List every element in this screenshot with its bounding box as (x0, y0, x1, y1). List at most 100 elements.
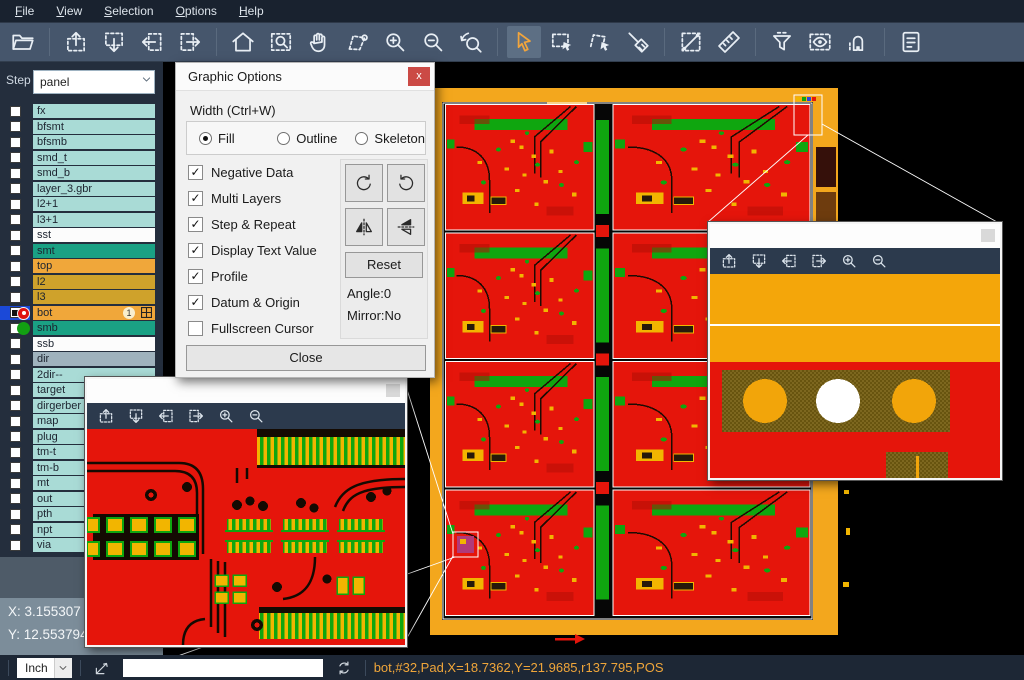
layer-visibility-checkbox[interactable] (0, 352, 30, 367)
combo-arrow[interactable] (54, 658, 72, 678)
zoom-window-viewport[interactable] (710, 274, 1000, 478)
layer-name[interactable]: l2 (33, 275, 155, 289)
layer-name[interactable]: layer_3.gbr (33, 182, 155, 196)
measure-line-button[interactable] (674, 26, 708, 58)
layer-name[interactable]: l2+1 (33, 197, 155, 211)
close-icon[interactable]: x (408, 67, 430, 86)
checkbox-negative-data[interactable]: ✓Negative Data (188, 159, 338, 185)
pan-down-button[interactable] (127, 407, 145, 425)
zoom-out-button[interactable] (416, 26, 450, 58)
flip-vertical-button[interactable] (387, 208, 425, 246)
filter-button[interactable] (765, 26, 799, 58)
layer-visibility-checkbox[interactable] (0, 244, 30, 259)
open-folder-button[interactable] (6, 26, 40, 58)
zoom-window-titlebar[interactable] (87, 379, 405, 403)
layer-visibility-checkbox[interactable] (0, 213, 30, 228)
radio-fill[interactable]: Fill (199, 131, 265, 146)
flip-horizontal-button[interactable] (345, 208, 383, 246)
zoom-window-titlebar[interactable] (710, 224, 1000, 248)
window-button[interactable] (981, 229, 995, 242)
radio-skeleton[interactable]: Skeleton (355, 131, 425, 146)
command-input[interactable] (123, 659, 323, 677)
combo-arrow[interactable] (139, 72, 154, 92)
layer-visibility-checkbox[interactable] (0, 538, 30, 553)
layer-name[interactable]: top (33, 259, 155, 273)
layer-visibility-checkbox[interactable] (0, 399, 30, 414)
layer-visibility-checkbox[interactable] (0, 492, 30, 507)
report-list-button[interactable] (894, 26, 928, 58)
corner-angle-button[interactable] (93, 659, 111, 677)
select-arrow-button[interactable] (507, 26, 541, 58)
zoom-in-button[interactable] (840, 252, 858, 270)
ruler-button[interactable] (712, 26, 746, 58)
grid-icon[interactable] (141, 307, 152, 318)
home-button[interactable] (226, 26, 260, 58)
zoom-in-button[interactable] (378, 26, 412, 58)
layer-visibility-checkbox[interactable] (0, 337, 30, 352)
rotate-ccw-button[interactable] (387, 164, 425, 202)
layer-visibility-checkbox[interactable] (0, 151, 30, 166)
layer-visibility-checkbox[interactable] (0, 523, 30, 538)
layer-name[interactable]: smd_t (33, 151, 155, 165)
layer-name[interactable]: fx (33, 104, 155, 118)
layer-visibility-checkbox[interactable] (0, 445, 30, 460)
layer-name[interactable]: bot1 (33, 306, 155, 320)
layer-name[interactable]: sst (33, 228, 155, 242)
checkbox-profile[interactable]: ✓Profile (188, 263, 338, 289)
layer-name[interactable]: bfsmt (33, 120, 155, 134)
zoom-previous-button[interactable] (454, 26, 488, 58)
layer-name[interactable]: smb (33, 321, 155, 335)
layer-visibility-checkbox[interactable] (0, 120, 30, 135)
zoom-window-button[interactable] (264, 26, 298, 58)
checkbox-multi-layers[interactable]: ✓Multi Layers (188, 185, 338, 211)
menu-help[interactable]: Help (228, 0, 275, 22)
layer-visibility-checkbox[interactable] (0, 135, 30, 150)
layer-name[interactable]: smt (33, 244, 155, 258)
reset-button[interactable]: Reset (345, 252, 423, 278)
step-select[interactable]: panel (33, 70, 155, 94)
pan-down-button[interactable] (97, 26, 131, 58)
dialog-titlebar[interactable]: Graphic Options x (176, 63, 434, 91)
layer-visibility-checkbox[interactable] (0, 430, 30, 445)
layer-name[interactable]: l3+1 (33, 213, 155, 227)
poly-select-button[interactable] (583, 26, 617, 58)
rect-select-button[interactable] (545, 26, 579, 58)
pan-up-button[interactable] (97, 407, 115, 425)
layer-visibility-checkbox[interactable] (0, 290, 30, 305)
layer-visibility-checkbox[interactable] (0, 275, 30, 290)
checkbox-display-text-value[interactable]: ✓Display Text Value (188, 237, 338, 263)
pan-left-button[interactable] (135, 26, 169, 58)
layer-visibility-checkbox[interactable] (0, 476, 30, 491)
pan-hand-button[interactable] (302, 26, 336, 58)
pan-up-button[interactable] (59, 26, 93, 58)
layer-visibility-checkbox[interactable] (0, 197, 30, 212)
layer-visibility-checkbox[interactable] (0, 228, 30, 243)
clean-brush-button[interactable] (621, 26, 655, 58)
layer-name[interactable]: dir (33, 352, 155, 366)
layer-visibility-checkbox[interactable] (0, 182, 30, 197)
pan-left-button[interactable] (157, 407, 175, 425)
zoom-out-button[interactable] (247, 407, 265, 425)
zoom-in-button[interactable] (217, 407, 235, 425)
layer-visibility-checkbox[interactable] (0, 368, 30, 383)
unit-select[interactable]: Inch (17, 658, 72, 678)
pan-right-button[interactable] (187, 407, 205, 425)
sync-button[interactable] (335, 659, 353, 677)
layer-visibility-checkbox[interactable] (0, 383, 30, 398)
window-button[interactable] (386, 384, 400, 397)
layer-visibility-checkbox[interactable] (0, 166, 30, 181)
radio-outline[interactable]: Outline (277, 131, 343, 146)
rotate-cw-button[interactable] (345, 164, 383, 202)
pan-right-button[interactable] (173, 26, 207, 58)
checkbox-fullscreen-cursor[interactable]: Fullscreen Cursor (188, 315, 338, 341)
layer-visibility-checkbox[interactable] (0, 259, 30, 274)
menu-selection[interactable]: Selection (93, 0, 164, 22)
layer-visibility-checkbox[interactable] (0, 461, 30, 476)
pan-up-button[interactable] (720, 252, 738, 270)
pan-right-button[interactable] (810, 252, 828, 270)
menu-options[interactable]: Options (165, 0, 228, 22)
view-eye-button[interactable] (803, 26, 837, 58)
layer-name[interactable]: smd_b (33, 166, 155, 180)
mark-polygon-button[interactable] (340, 26, 374, 58)
layer-visibility-checkbox[interactable] (0, 414, 30, 429)
